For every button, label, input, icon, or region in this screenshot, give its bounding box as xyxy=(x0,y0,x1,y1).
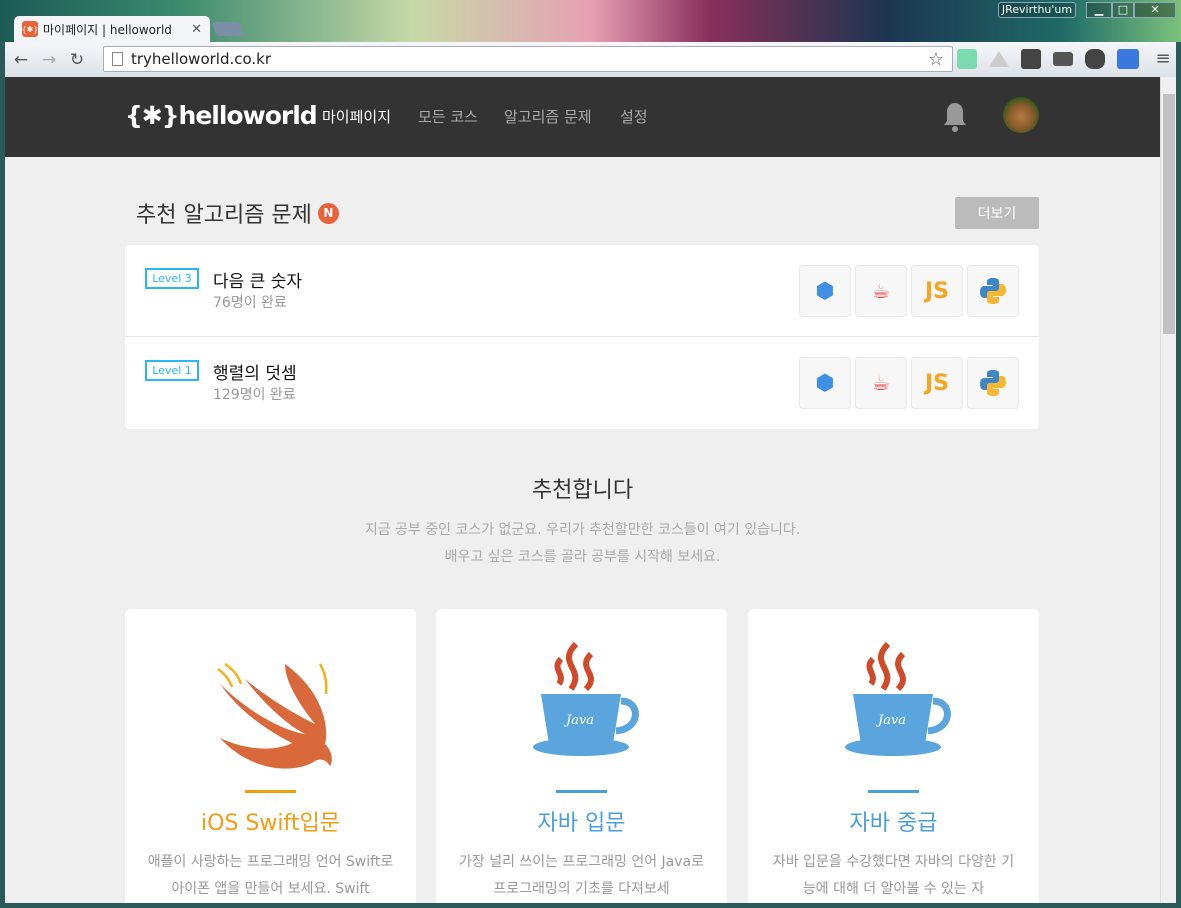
title-underline xyxy=(245,790,296,793)
back-icon[interactable]: ← xyxy=(9,50,33,70)
completion-count: 76명이 완료 xyxy=(213,295,287,311)
evernote-icon[interactable] xyxy=(1085,49,1105,69)
problem-title[interactable]: 행렬의 덧셈 xyxy=(213,359,297,384)
profile-button[interactable]: JRevirthu'um xyxy=(998,2,1076,18)
audio-extension-icon[interactable] xyxy=(957,49,977,69)
course-description: 자바 입문을 수강했다면 자바의 다양한 기능에 대해 더 알아볼 수 있는 자 xyxy=(772,854,1015,897)
python-icon[interactable] xyxy=(967,357,1019,409)
tab-title: 마이페이지 | helloworld xyxy=(43,22,172,37)
new-badge: N xyxy=(317,202,339,224)
reload-icon[interactable]: ↻ xyxy=(65,50,89,70)
swift-bird-icon xyxy=(217,662,332,769)
close-window-button[interactable]: ✕ xyxy=(1134,2,1176,18)
level-badge: Level 3 xyxy=(145,268,199,289)
nav-mypage[interactable]: 마이페이지 xyxy=(322,106,391,127)
drive-icon[interactable] xyxy=(989,51,1009,67)
nav-all-courses[interactable]: 모든 코스 xyxy=(418,106,478,127)
web-page: {✱}helloworld 마이페이지 모든 코스 알고리즘 문제 설정 추천 … xyxy=(5,77,1160,903)
address-bar[interactable]: tryhelloworld.co.kr ☆ xyxy=(103,46,953,72)
python-icon[interactable] xyxy=(967,265,1019,317)
favicon-icon: {✱} xyxy=(22,21,38,37)
inbox-icon[interactable] xyxy=(1053,52,1073,66)
keep-icon[interactable] xyxy=(1021,49,1041,69)
course-card-java-intermediate[interactable]: Java 자바 중급 자바 입문을 수강했다면 자바의 다양한 기능에 대해 더… xyxy=(748,609,1039,903)
java-icon[interactable]: ☕ xyxy=(855,357,907,409)
new-tab-button[interactable] xyxy=(211,22,245,36)
completion-count: 129명이 완료 xyxy=(213,387,296,403)
window-titlebar: {✱} 마이페이지 | helloworld ✕ JRevirthu'um ▁ … xyxy=(0,0,1181,42)
problem-row[interactable]: Level 1 행렬의 덧셈 129명이 완료 ⬢ ☕ JS xyxy=(125,337,1039,429)
page-icon xyxy=(112,52,123,66)
level-badge: Level 1 xyxy=(145,360,199,381)
course-title[interactable]: 자바 입문 xyxy=(436,805,727,837)
calendar-icon[interactable] xyxy=(1117,49,1139,69)
javascript-icon[interactable]: JS xyxy=(911,357,963,409)
course-description: 가장 널리 쓰이는 프로그래밍 언어 Java로 프로그래밍의 기초를 다져보세 xyxy=(458,854,705,897)
course-title[interactable]: 자바 중급 xyxy=(748,805,1039,837)
close-tab-icon[interactable]: ✕ xyxy=(191,22,202,37)
forward-icon[interactable]: → xyxy=(37,50,61,70)
problem-list: Level 3 다음 큰 숫자 76명이 완료 ⬢ ☕ JS Level 1 행… xyxy=(125,245,1039,429)
nav-algorithm[interactable]: 알고리즘 문제 xyxy=(504,106,592,127)
course-card-java-intro[interactable]: Java 자바 입문 가장 널리 쓰이는 프로그래밍 언어 Java로 프로그래… xyxy=(436,609,727,903)
title-underline xyxy=(556,790,607,793)
site-header: {✱}helloworld 마이페이지 모든 코스 알고리즘 문제 설정 xyxy=(5,77,1160,157)
recommend-subtitle: 배우고 싶은 코스를 골라 공부를 시작해 보세요. xyxy=(444,549,721,565)
recommend-subtitle: 지금 공부 중인 코스가 없군요. 우리가 추천할만한 코스들이 여기 있습니다… xyxy=(364,522,801,538)
recommend-title: 추천합니다 xyxy=(531,478,634,503)
menu-icon[interactable]: ≡ xyxy=(1151,48,1175,69)
c-language-icon[interactable]: ⬢ xyxy=(799,357,851,409)
problem-title[interactable]: 다음 큰 숫자 xyxy=(213,267,302,292)
more-button[interactable]: 더보기 xyxy=(955,197,1039,229)
problem-row[interactable]: Level 3 다음 큰 숫자 76명이 완료 ⬢ ☕ JS xyxy=(125,245,1039,337)
minimize-button[interactable]: ▁ xyxy=(1086,2,1112,18)
vertical-scrollbar[interactable] xyxy=(1160,77,1176,903)
section-title: 추천 알고리즘 문제 N xyxy=(136,197,339,229)
browser-toolbar: ← → ↻ tryhelloworld.co.kr ☆ ≡ xyxy=(5,42,1176,77)
course-title[interactable]: iOS Swift입문 xyxy=(125,805,416,837)
section-title-text: 추천 알고리즘 문제 xyxy=(136,203,312,228)
title-underline xyxy=(868,790,919,793)
bookmark-star-icon[interactable]: ☆ xyxy=(928,49,944,70)
course-card-swift[interactable]: iOS Swift입문 애플이 사랑하는 프로그래밍 언어 Swift로 아이폰… xyxy=(125,609,416,903)
course-description: 애플이 사랑하는 프로그래밍 언어 Swift로 아이폰 앱을 만들어 보세요.… xyxy=(147,854,394,897)
site-logo[interactable]: {✱}helloworld xyxy=(125,101,318,130)
maximize-button[interactable]: □ xyxy=(1112,2,1134,18)
scrollbar-thumb[interactable] xyxy=(1163,94,1175,334)
java-cup-icon: Java xyxy=(845,641,951,756)
browser-tab[interactable]: {✱} 마이페이지 | helloworld ✕ xyxy=(14,16,210,42)
c-language-icon[interactable]: ⬢ xyxy=(799,265,851,317)
bell-icon[interactable] xyxy=(942,101,968,133)
url-text: tryhelloworld.co.kr xyxy=(131,50,272,68)
nav-settings[interactable]: 설정 xyxy=(620,106,648,127)
svg-text:Java: Java xyxy=(563,713,594,728)
java-icon[interactable]: ☕ xyxy=(855,265,907,317)
svg-text:Java: Java xyxy=(875,713,906,728)
avatar[interactable] xyxy=(1003,97,1039,133)
java-cup-icon: Java xyxy=(533,641,639,756)
javascript-icon[interactable]: JS xyxy=(911,265,963,317)
